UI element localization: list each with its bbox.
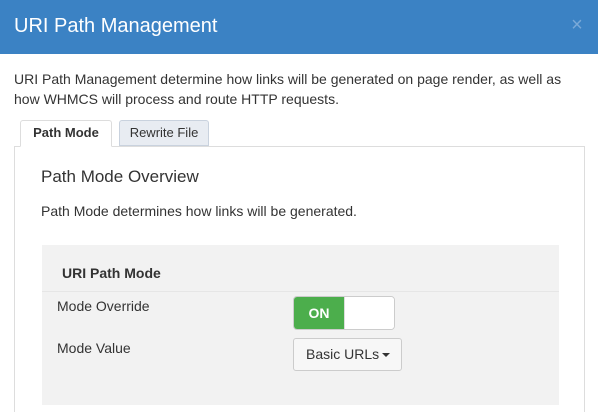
uri-path-mode-section: URI Path Mode Mode Override ON Mode Valu… <box>42 245 559 405</box>
modal-header: URI Path Management × <box>0 0 598 54</box>
modal-title: URI Path Management <box>14 15 218 37</box>
mode-value-label: Mode Value <box>57 340 131 356</box>
toggle-on-state: ON <box>294 297 344 329</box>
tab-rewrite-file[interactable]: Rewrite File <box>119 120 209 146</box>
mode-value-selected: Basic URLs <box>306 346 380 362</box>
tab-path-mode[interactable]: Path Mode <box>20 120 112 147</box>
overview-title: Path Mode Overview <box>41 167 199 186</box>
section-divider <box>42 291 559 292</box>
tab-panel-path-mode: Path Mode Overview Path Mode determines … <box>14 146 585 412</box>
overview-description: Path Mode determines how links will be g… <box>41 203 357 219</box>
caret-down-icon <box>382 353 391 358</box>
toggle-handle[interactable] <box>344 297 394 329</box>
uri-path-management-modal: URI Path Management × URI Path Managemen… <box>0 0 598 412</box>
mode-value-dropdown[interactable]: Basic URLs <box>293 338 402 371</box>
section-heading: URI Path Mode <box>62 265 161 281</box>
close-icon[interactable]: × <box>570 14 584 36</box>
intro-text: URI Path Management determine how links … <box>14 71 562 107</box>
mode-override-label: Mode Override <box>57 298 150 314</box>
mode-override-toggle[interactable]: ON <box>293 296 395 330</box>
